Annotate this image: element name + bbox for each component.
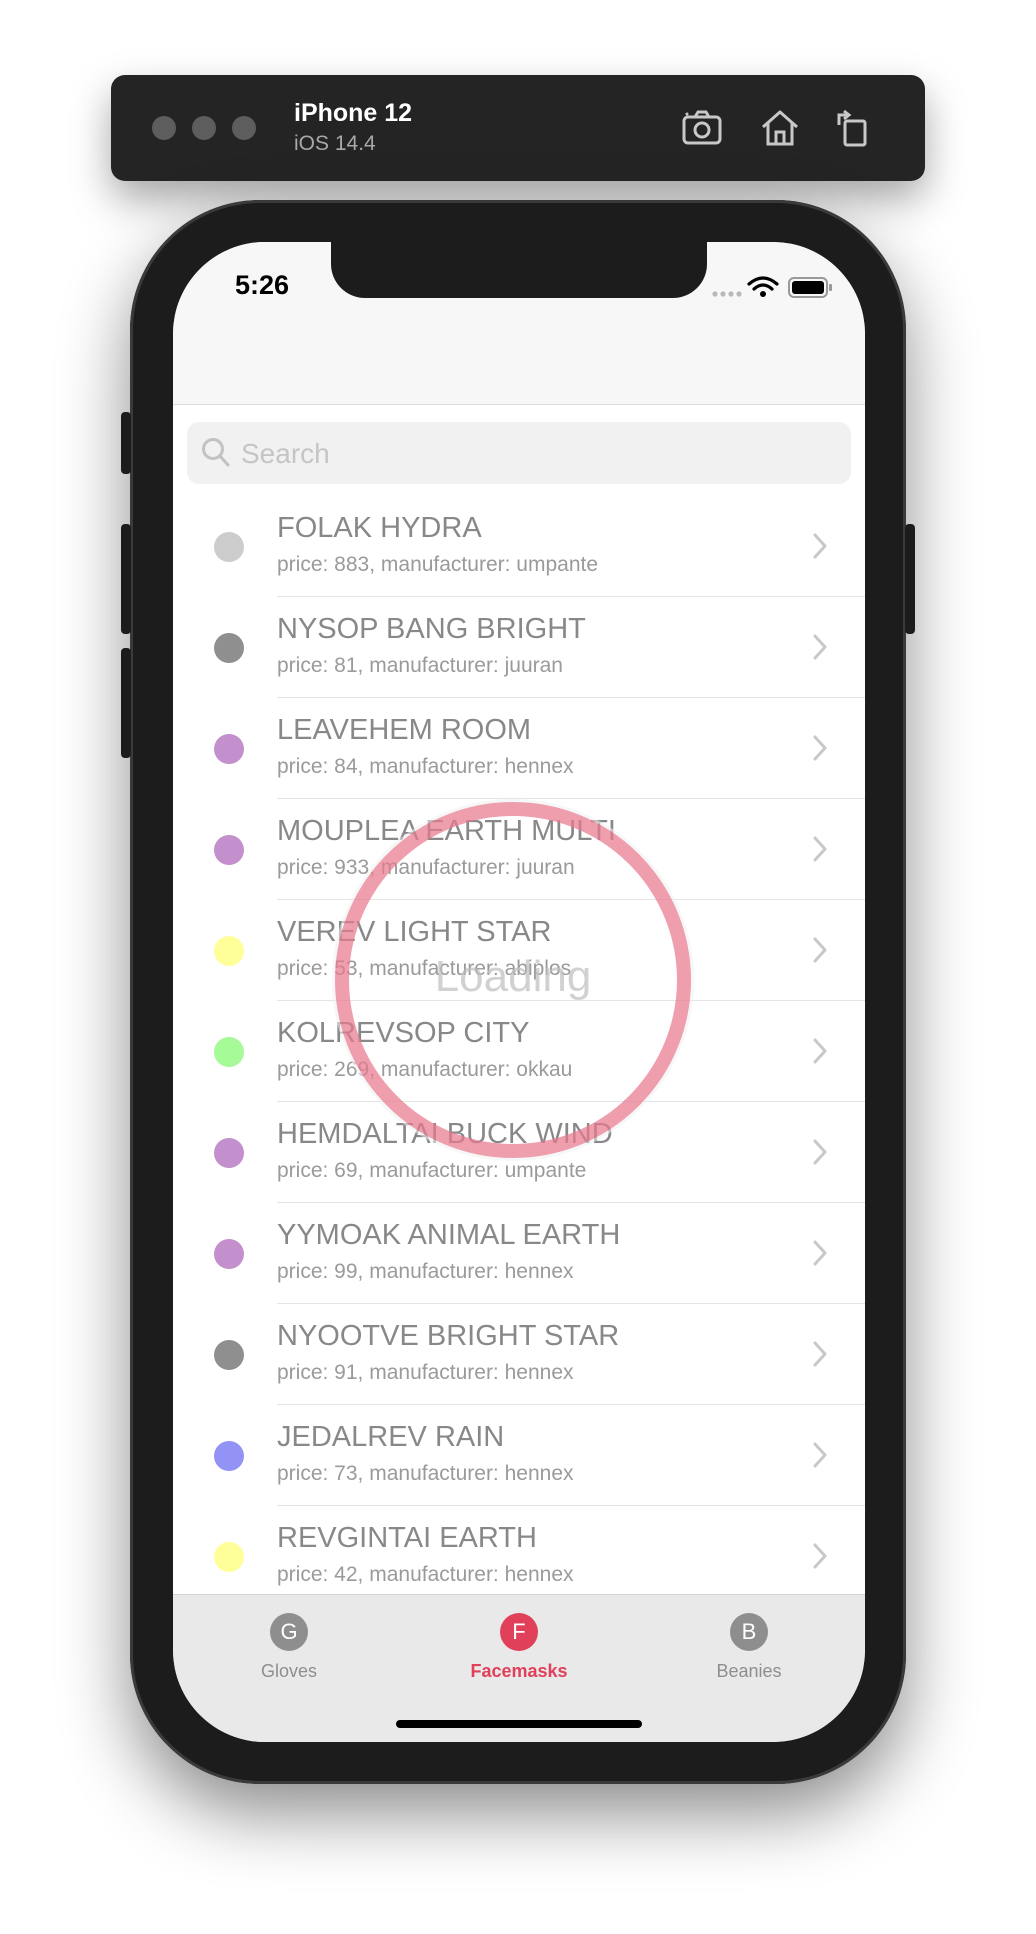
item-name: YYMOAK ANIMAL EARTH bbox=[277, 1219, 621, 1251]
search-bar[interactable] bbox=[187, 422, 851, 486]
volume-up-button bbox=[121, 524, 131, 634]
rotate-icon[interactable] bbox=[831, 105, 877, 151]
color-dot bbox=[214, 936, 244, 966]
facemasks-tab-icon: F bbox=[500, 1613, 538, 1651]
screenshot-icon[interactable] bbox=[679, 105, 725, 151]
status-time: 5:26 bbox=[235, 270, 290, 300]
color-dot bbox=[214, 835, 244, 865]
color-dot bbox=[214, 1037, 244, 1067]
item-detail: price: 84, manufacturer: hennex bbox=[277, 755, 574, 778]
item-detail: price: 69, manufacturer: umpante bbox=[277, 1159, 587, 1182]
home-indicator[interactable] bbox=[396, 1720, 642, 1728]
list-item[interactable]: YYMOAK ANIMAL EARTH price: 99, manufactur… bbox=[173, 1203, 865, 1304]
color-dot bbox=[214, 1340, 244, 1370]
simulator-toolbar: iPhone 12 iOS 14.4 bbox=[111, 75, 925, 181]
minimize-window-button[interactable] bbox=[192, 116, 216, 140]
color-dot bbox=[214, 734, 244, 764]
chevron-right-icon bbox=[813, 1038, 827, 1064]
chevron-right-icon bbox=[813, 836, 827, 862]
signal-icon bbox=[712, 291, 742, 297]
item-detail: price: 73, manufacturer: hennex bbox=[277, 1462, 574, 1485]
chevron-right-icon bbox=[813, 533, 827, 559]
zoom-window-button[interactable] bbox=[232, 116, 256, 140]
item-name: NYOOTVE BRIGHT STAR bbox=[277, 1320, 620, 1352]
item-name: REVGINTAI EARTH bbox=[277, 1522, 537, 1554]
color-dot bbox=[214, 1441, 244, 1471]
tab-label: Beanies bbox=[716, 1661, 782, 1681]
os-version: iOS 14.4 bbox=[294, 132, 376, 155]
chevron-right-icon bbox=[813, 937, 827, 963]
device-screen: 5:26 FOLAK HYDRAprice: 883, man bbox=[173, 242, 865, 1742]
item-detail: price: 91, manufacturer: hennex bbox=[277, 1361, 574, 1384]
wifi-icon bbox=[747, 276, 779, 291]
beanies-tab-icon: B bbox=[730, 1613, 768, 1651]
chevron-right-icon bbox=[813, 1240, 827, 1266]
color-dot bbox=[214, 1239, 244, 1269]
close-window-button[interactable] bbox=[152, 116, 176, 140]
chevron-right-icon bbox=[813, 1442, 827, 1468]
gloves-tab-icon: G bbox=[270, 1613, 308, 1651]
tab-beanies[interactable]: B Beanies bbox=[669, 1595, 829, 1695]
loading-label: Loading bbox=[434, 952, 592, 1001]
list-item[interactable]: NYOOTVE BRIGHT STAR price: 91, manufactur… bbox=[173, 1304, 865, 1405]
home-icon[interactable] bbox=[757, 105, 803, 151]
item-name: JEDALREV RAIN bbox=[277, 1421, 505, 1453]
chevron-right-icon bbox=[813, 634, 827, 660]
item-detail: price: 81, manufacturer: juuran bbox=[277, 654, 563, 677]
color-dot bbox=[214, 1542, 244, 1572]
battery-icon bbox=[788, 277, 832, 298]
search-input[interactable] bbox=[239, 422, 833, 486]
color-dot bbox=[214, 532, 244, 562]
chevron-right-icon bbox=[813, 1341, 827, 1367]
list-item[interactable]: REVGINTAI EARTH price: 42, manufacturer: … bbox=[173, 1506, 865, 1607]
power-button bbox=[905, 524, 915, 634]
list-item[interactable]: NYSOP BANG BRIGHT price: 81, manufacturer… bbox=[173, 597, 865, 698]
tab-facemasks[interactable]: F Facemasks bbox=[439, 1595, 599, 1695]
tab-label: Facemasks bbox=[470, 1661, 568, 1681]
status-icons bbox=[712, 276, 832, 298]
item-name: NYSOP BANG BRIGHT bbox=[277, 613, 586, 645]
list-item[interactable]: FOLAK HYDRA price: 883, manufacturer: ump… bbox=[173, 496, 865, 597]
chevron-right-icon bbox=[813, 1139, 827, 1165]
tab-gloves[interactable]: G Gloves bbox=[209, 1595, 369, 1695]
item-detail: price: 42, manufacturer: hennex bbox=[277, 1563, 574, 1586]
item-detail: price: 99, manufacturer: hennex bbox=[277, 1260, 574, 1283]
chevron-right-icon bbox=[813, 1543, 827, 1569]
list-item[interactable]: LEAVEHEM ROOM price: 84, manufacturer: he… bbox=[173, 698, 865, 799]
color-dot bbox=[214, 1138, 244, 1168]
list-item[interactable]: JEDALREV RAIN price: 73, manufacturer: he… bbox=[173, 1405, 865, 1506]
chevron-right-icon bbox=[813, 735, 827, 761]
item-detail: price: 883, manufacturer: umpante bbox=[277, 553, 599, 576]
mute-switch bbox=[121, 412, 131, 474]
item-name: LEAVEHEM ROOM bbox=[277, 714, 532, 746]
item-name: FOLAK HYDRA bbox=[277, 512, 482, 544]
simulator-stage: iPhone 12 iOS 14.4 5:26 Search FOLAK HYD… bbox=[0, 0, 1036, 1934]
device-name: iPhone 12 bbox=[294, 99, 413, 127]
volume-down-button bbox=[121, 648, 131, 758]
notch bbox=[331, 242, 707, 298]
search-icon bbox=[202, 438, 230, 467]
tab-label: Gloves bbox=[260, 1661, 318, 1681]
color-dot bbox=[214, 633, 244, 663]
